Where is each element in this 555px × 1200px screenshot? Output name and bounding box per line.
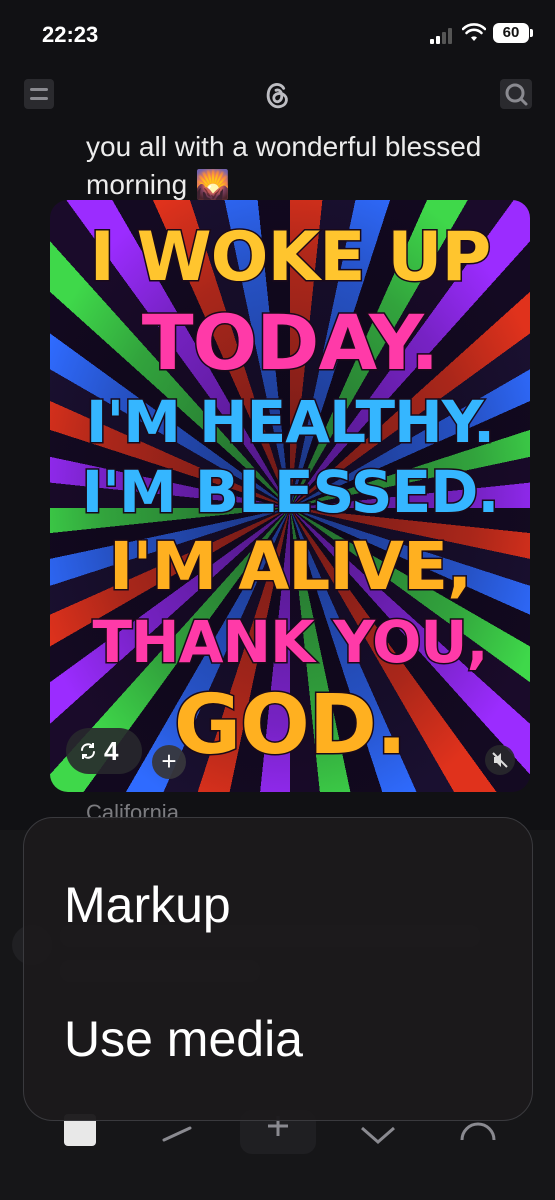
- top-navigation: [0, 70, 555, 120]
- post-caption: you all with a wonderful blessed morning…: [86, 131, 482, 200]
- image-text-line: I'M BLESSED.: [80, 457, 501, 528]
- add-icon[interactable]: +: [152, 745, 186, 779]
- search-icon[interactable]: [500, 79, 532, 109]
- cellular-signal-icon: [430, 28, 456, 44]
- mute-icon[interactable]: [485, 745, 515, 775]
- wifi-icon: [462, 23, 486, 41]
- menu-icon[interactable]: [24, 79, 54, 109]
- image-text-line: I'M HEALTHY.: [84, 387, 496, 458]
- repost-count: 4: [104, 736, 119, 766]
- clock: 22:23: [42, 22, 99, 47]
- markup-menu-item[interactable]: Markup: [64, 876, 231, 934]
- post-image[interactable]: I WOKE UP TODAY. I'M HEALTHY. I'M BLESSE…: [50, 200, 530, 792]
- context-menu: Markup Use media: [23, 817, 533, 1121]
- repost-icon: [81, 743, 95, 759]
- repost-count-badge[interactable]: 4: [66, 728, 142, 774]
- status-bar: 22:23 60: [0, 0, 555, 70]
- image-text-line: THANK YOU,: [91, 607, 490, 678]
- threads-logo-icon[interactable]: [258, 76, 296, 114]
- image-text-line: I WOKE UP: [88, 217, 493, 299]
- image-text-line: TODAY.: [140, 297, 440, 389]
- battery-icon: 60: [493, 23, 533, 43]
- use-media-menu-item[interactable]: Use media: [64, 1010, 303, 1068]
- image-text-line: I'M ALIVE,: [107, 527, 473, 607]
